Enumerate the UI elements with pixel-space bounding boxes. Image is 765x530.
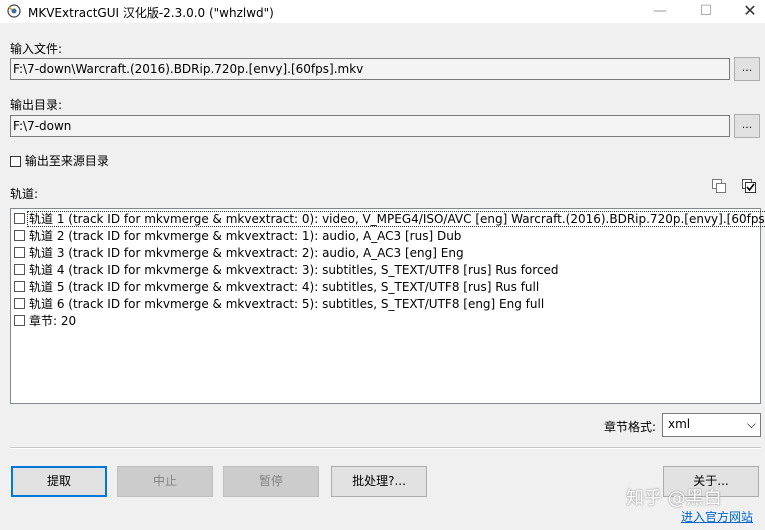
chevron-down-icon: ⌵	[746, 417, 756, 431]
track-checkbox[interactable]	[14, 281, 25, 292]
output-to-source-option[interactable]: 输出至来源目录	[10, 152, 109, 169]
track-checkbox[interactable]	[14, 298, 25, 309]
track-item-4[interactable]: 轨道 4 (track ID for mkvmerge & mkvextract…	[14, 262, 559, 279]
track-label: 轨道 4 (track ID for mkvmerge & mkvextract…	[29, 263, 559, 277]
extract-button[interactable]: 提取	[11, 466, 107, 497]
track-item-5[interactable]: 轨道 5 (track ID for mkvmerge & mkvextract…	[14, 279, 539, 296]
track-item-1[interactable]: 轨道 1 (track ID for mkvmerge & mkvextract…	[14, 211, 765, 228]
app-icon	[7, 4, 21, 18]
track-item-6[interactable]: 轨道 6 (track ID for mkvmerge & mkvextract…	[14, 296, 544, 313]
input-file-field[interactable]: F:\7-down\Warcraft.(2016).BDRip.720p.[en…	[10, 58, 730, 80]
chapter-format-value: xml	[668, 417, 691, 431]
chapter-format-select[interactable]: xml ⌵	[662, 413, 761, 437]
chapter-format-label: 章节格式:	[604, 420, 657, 434]
copy-icon[interactable]	[711, 178, 727, 194]
track-item-3[interactable]: 轨道 3 (track ID for mkvmerge & mkvextract…	[14, 245, 464, 262]
abort-button[interactable]: 中止	[117, 466, 213, 497]
output-to-source-checkbox[interactable]	[10, 156, 21, 167]
chapters-item[interactable]: 章节: 20	[14, 313, 76, 330]
maximize-button[interactable]: ☐	[683, 0, 729, 23]
track-item-2[interactable]: 轨道 2 (track ID for mkvmerge & mkvextract…	[14, 228, 461, 245]
input-file-label: 输入文件:	[10, 42, 63, 56]
track-label: 轨道 5 (track ID for mkvmerge & mkvextract…	[29, 280, 540, 294]
input-browse-button[interactable]: ...	[734, 57, 760, 81]
track-label: 轨道 2 (track ID for mkvmerge & mkvextract…	[29, 229, 462, 243]
track-list[interactable]: 轨道 1 (track ID for mkvmerge & mkvextract…	[10, 208, 765, 404]
track-checkbox[interactable]	[14, 264, 25, 275]
track-checkbox[interactable]	[14, 247, 25, 258]
track-label: 轨道 3 (track ID for mkvmerge & mkvextract…	[29, 246, 464, 260]
track-label: 轨道 1 (track ID for mkvmerge & mkvextract…	[27, 211, 765, 227]
output-dir-field[interactable]: F:\7-down	[10, 115, 730, 137]
output-dir-label: 输出目录:	[10, 98, 63, 112]
track-checkbox[interactable]	[14, 230, 25, 241]
window-title: MKVExtractGUI 汉化版-2.3.0.0 ("whzlwd")	[28, 6, 274, 20]
check-all-icon[interactable]	[741, 178, 757, 194]
minimize-button[interactable]: —	[637, 0, 683, 23]
pause-button[interactable]: 暂停	[223, 466, 319, 497]
title-bar: MKVExtractGUI 汉化版-2.3.0.0 ("whzlwd") — ☐…	[0, 0, 765, 23]
output-browse-button[interactable]: ...	[734, 114, 760, 138]
close-button[interactable]: ✕	[727, 0, 765, 23]
chapters-label: 章节: 20	[29, 314, 77, 328]
track-checkbox[interactable]	[14, 213, 25, 224]
official-site-link[interactable]: 进入官方网站	[681, 508, 753, 525]
chapters-checkbox[interactable]	[14, 315, 25, 326]
tracks-label: 轨道:	[10, 187, 39, 201]
batch-button[interactable]: 批处理?...	[331, 466, 427, 497]
output-to-source-label: 输出至来源目录	[24, 154, 109, 168]
track-label: 轨道 6 (track ID for mkvmerge & mkvextract…	[29, 297, 545, 311]
divider	[10, 447, 761, 449]
watermark: 知乎 @黑白	[626, 488, 722, 509]
